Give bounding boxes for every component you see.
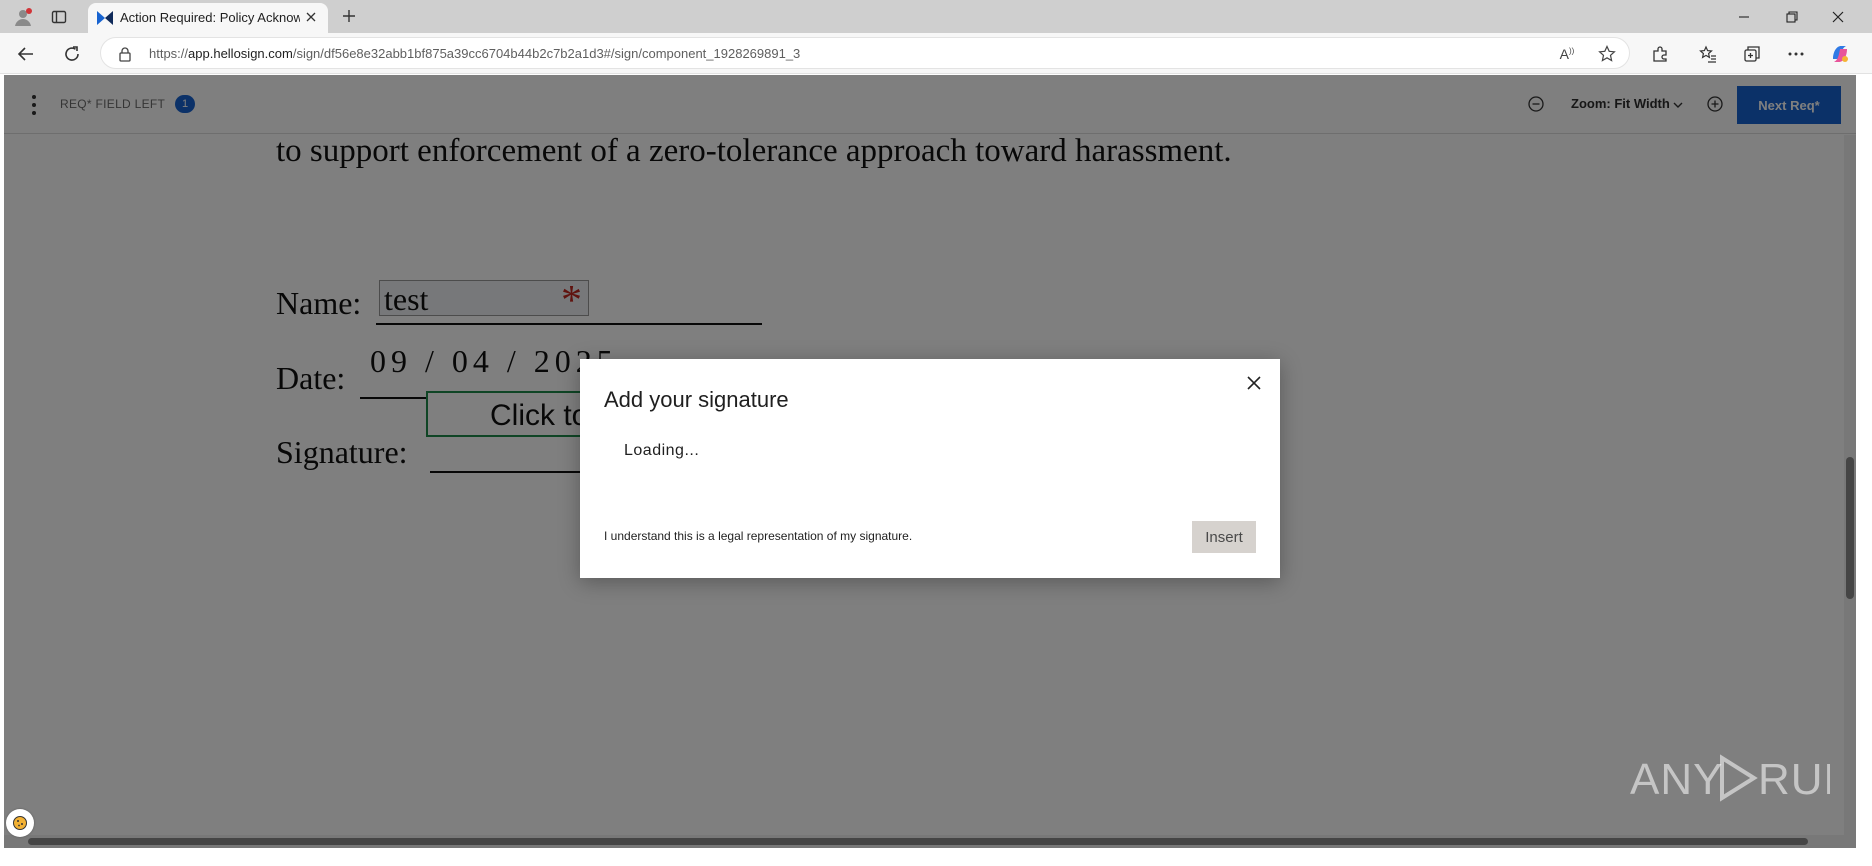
dialog-title: Add your signature (604, 387, 789, 412)
browser-toolbar: https://app.hellosign.com/sign/df56e8e32… (0, 33, 1872, 74)
refresh-icon[interactable] (60, 42, 84, 66)
browser-tab-strip: Action Required: Policy Acknowledgement (0, 0, 1872, 33)
extensions-icon[interactable] (1648, 42, 1672, 66)
close-window-icon[interactable] (1816, 0, 1860, 33)
tab-title: Action Required: Policy Acknowledgement (120, 10, 300, 25)
restore-icon[interactable] (1770, 0, 1814, 33)
tab-actions-icon[interactable] (48, 6, 70, 28)
cookie-settings-icon[interactable] (6, 809, 34, 837)
loading-text: Loading... (624, 442, 700, 459)
svg-text:RUN: RUN (1758, 755, 1830, 804)
profile-icon[interactable] (12, 6, 34, 28)
anyrun-watermark: ANY RUN (1630, 750, 1855, 817)
new-tab-icon[interactable] (338, 5, 360, 27)
address-bar[interactable]: https://app.hellosign.com/sign/df56e8e32… (100, 37, 1630, 69)
tab-close-icon[interactable] (302, 8, 320, 26)
favorites-icon[interactable] (1696, 42, 1720, 66)
minimize-icon[interactable] (1722, 0, 1766, 33)
add-signature-dialog: Add your signature Loading... I understa… (580, 359, 1280, 578)
more-options-icon[interactable] (1784, 42, 1808, 66)
favorite-star-icon[interactable] (1597, 44, 1617, 64)
copilot-icon[interactable] (1828, 42, 1852, 66)
close-icon[interactable] (1244, 373, 1264, 393)
watermark-logo: ANY RUN (1630, 750, 1855, 817)
legal-disclaimer: I understand this is a legal representat… (604, 529, 913, 543)
svg-text:ANY: ANY (1630, 755, 1723, 804)
hellosign-favicon-icon (96, 10, 114, 26)
insert-button[interactable]: Insert (1192, 521, 1256, 553)
collections-icon[interactable] (1740, 42, 1764, 66)
back-icon[interactable] (14, 42, 38, 66)
url-text[interactable]: https://app.hellosign.com/sign/df56e8e32… (149, 46, 800, 61)
lock-icon[interactable] (117, 46, 133, 62)
active-tab[interactable]: Action Required: Policy Acknowledgement (88, 3, 328, 33)
read-aloud-icon[interactable]: A)) (1557, 44, 1577, 64)
